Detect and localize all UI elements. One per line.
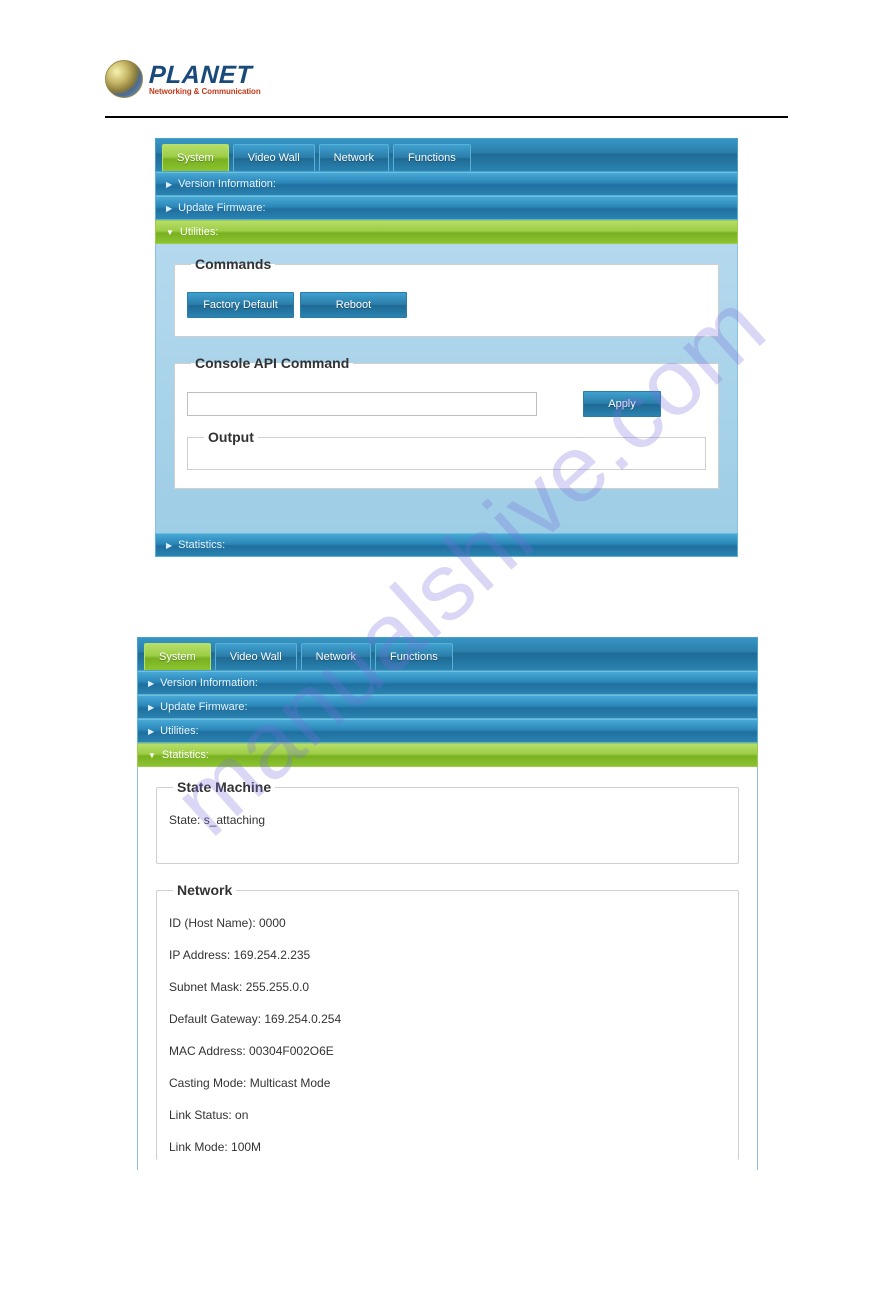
admin-panel-statistics: System Video Wall Network Functions ▶ Ve… bbox=[137, 637, 758, 1170]
chevron-right-icon: ▶ bbox=[148, 727, 154, 736]
state-value: State: s_attaching bbox=[169, 813, 726, 827]
output-fieldset: Output bbox=[187, 429, 706, 470]
apply-button[interactable]: Apply bbox=[583, 391, 661, 417]
utilities-body: Commands Factory Default Reboot Console … bbox=[155, 244, 738, 533]
stat-link-status: Link Status: on bbox=[169, 1108, 726, 1122]
state-machine-fieldset: State Machine State: s_attaching bbox=[156, 779, 739, 864]
accordion-statistics[interactable]: ▶ Statistics: bbox=[155, 533, 738, 557]
accordion-label: Statistics: bbox=[178, 539, 225, 551]
stat-casting: Casting Mode: Multicast Mode bbox=[169, 1076, 726, 1090]
stat-gateway: Default Gateway: 169.254.0.254 bbox=[169, 1012, 726, 1026]
accordion-label: Utilities: bbox=[160, 725, 199, 737]
page-header: PLANET Networking & Communication bbox=[105, 60, 788, 118]
tab-video-wall[interactable]: Video Wall bbox=[215, 643, 297, 670]
chevron-down-icon: ▼ bbox=[148, 751, 156, 760]
reboot-button[interactable]: Reboot bbox=[300, 292, 407, 318]
accordion-utilities[interactable]: ▼ Utilities: bbox=[155, 220, 738, 244]
logo-brand-text: PLANET bbox=[148, 63, 261, 88]
console-api-legend: Console API Command bbox=[191, 355, 353, 371]
stat-mac: MAC Address: 00304F002O6E bbox=[169, 1044, 726, 1058]
chevron-down-icon: ▼ bbox=[166, 228, 174, 237]
output-legend: Output bbox=[204, 429, 258, 445]
accordion-utilities[interactable]: ▶ Utilities: bbox=[137, 719, 758, 743]
tab-system[interactable]: System bbox=[144, 643, 211, 670]
accordion-statistics[interactable]: ▼ Statistics: bbox=[137, 743, 758, 767]
tab-network[interactable]: Network bbox=[301, 643, 371, 670]
accordion-label: Update Firmware: bbox=[160, 701, 247, 713]
console-command-input[interactable] bbox=[187, 392, 537, 416]
accordion-update-firmware[interactable]: ▶ Update Firmware: bbox=[137, 695, 758, 719]
stat-subnet: Subnet Mask: 255.255.0.0 bbox=[169, 980, 726, 994]
statistics-body: State Machine State: s_attaching Network… bbox=[137, 767, 758, 1170]
accordion-update-firmware[interactable]: ▶ Update Firmware: bbox=[155, 196, 738, 220]
logo-orb-icon bbox=[105, 60, 143, 98]
factory-default-button[interactable]: Factory Default bbox=[187, 292, 294, 318]
stat-id: ID (Host Name): 0000 bbox=[169, 916, 726, 930]
console-api-fieldset: Console API Command Apply Output bbox=[174, 355, 719, 489]
brand-logo: PLANET Networking & Communication bbox=[105, 60, 788, 98]
chevron-right-icon: ▶ bbox=[166, 180, 172, 189]
admin-panel-utilities: System Video Wall Network Functions ▶ Ve… bbox=[155, 138, 738, 557]
chevron-right-icon: ▶ bbox=[166, 541, 172, 550]
tab-system[interactable]: System bbox=[162, 144, 229, 171]
accordion-version-info[interactable]: ▶ Version Information: bbox=[137, 671, 758, 695]
chevron-right-icon: ▶ bbox=[148, 679, 154, 688]
tab-bar: System Video Wall Network Functions bbox=[137, 637, 758, 671]
accordion-label: Update Firmware: bbox=[178, 202, 265, 214]
accordion-label: Version Information: bbox=[178, 178, 276, 190]
accordion-label: Utilities: bbox=[180, 226, 219, 238]
network-legend: Network bbox=[173, 882, 236, 898]
chevron-right-icon: ▶ bbox=[166, 204, 172, 213]
stat-link-mode: Link Mode: 100M bbox=[169, 1140, 726, 1154]
state-machine-legend: State Machine bbox=[173, 779, 275, 795]
accordion-label: Version Information: bbox=[160, 677, 258, 689]
chevron-right-icon: ▶ bbox=[148, 703, 154, 712]
commands-legend: Commands bbox=[191, 256, 275, 272]
commands-fieldset: Commands Factory Default Reboot bbox=[174, 256, 719, 337]
tab-bar: System Video Wall Network Functions bbox=[155, 138, 738, 172]
network-fieldset: Network ID (Host Name): 0000 IP Address:… bbox=[156, 882, 739, 1160]
tab-functions[interactable]: Functions bbox=[393, 144, 471, 171]
stat-ip: IP Address: 169.254.2.235 bbox=[169, 948, 726, 962]
tab-network[interactable]: Network bbox=[319, 144, 389, 171]
accordion-label: Statistics: bbox=[162, 749, 209, 761]
tab-video-wall[interactable]: Video Wall bbox=[233, 144, 315, 171]
accordion-version-info[interactable]: ▶ Version Information: bbox=[155, 172, 738, 196]
tab-functions[interactable]: Functions bbox=[375, 643, 453, 670]
